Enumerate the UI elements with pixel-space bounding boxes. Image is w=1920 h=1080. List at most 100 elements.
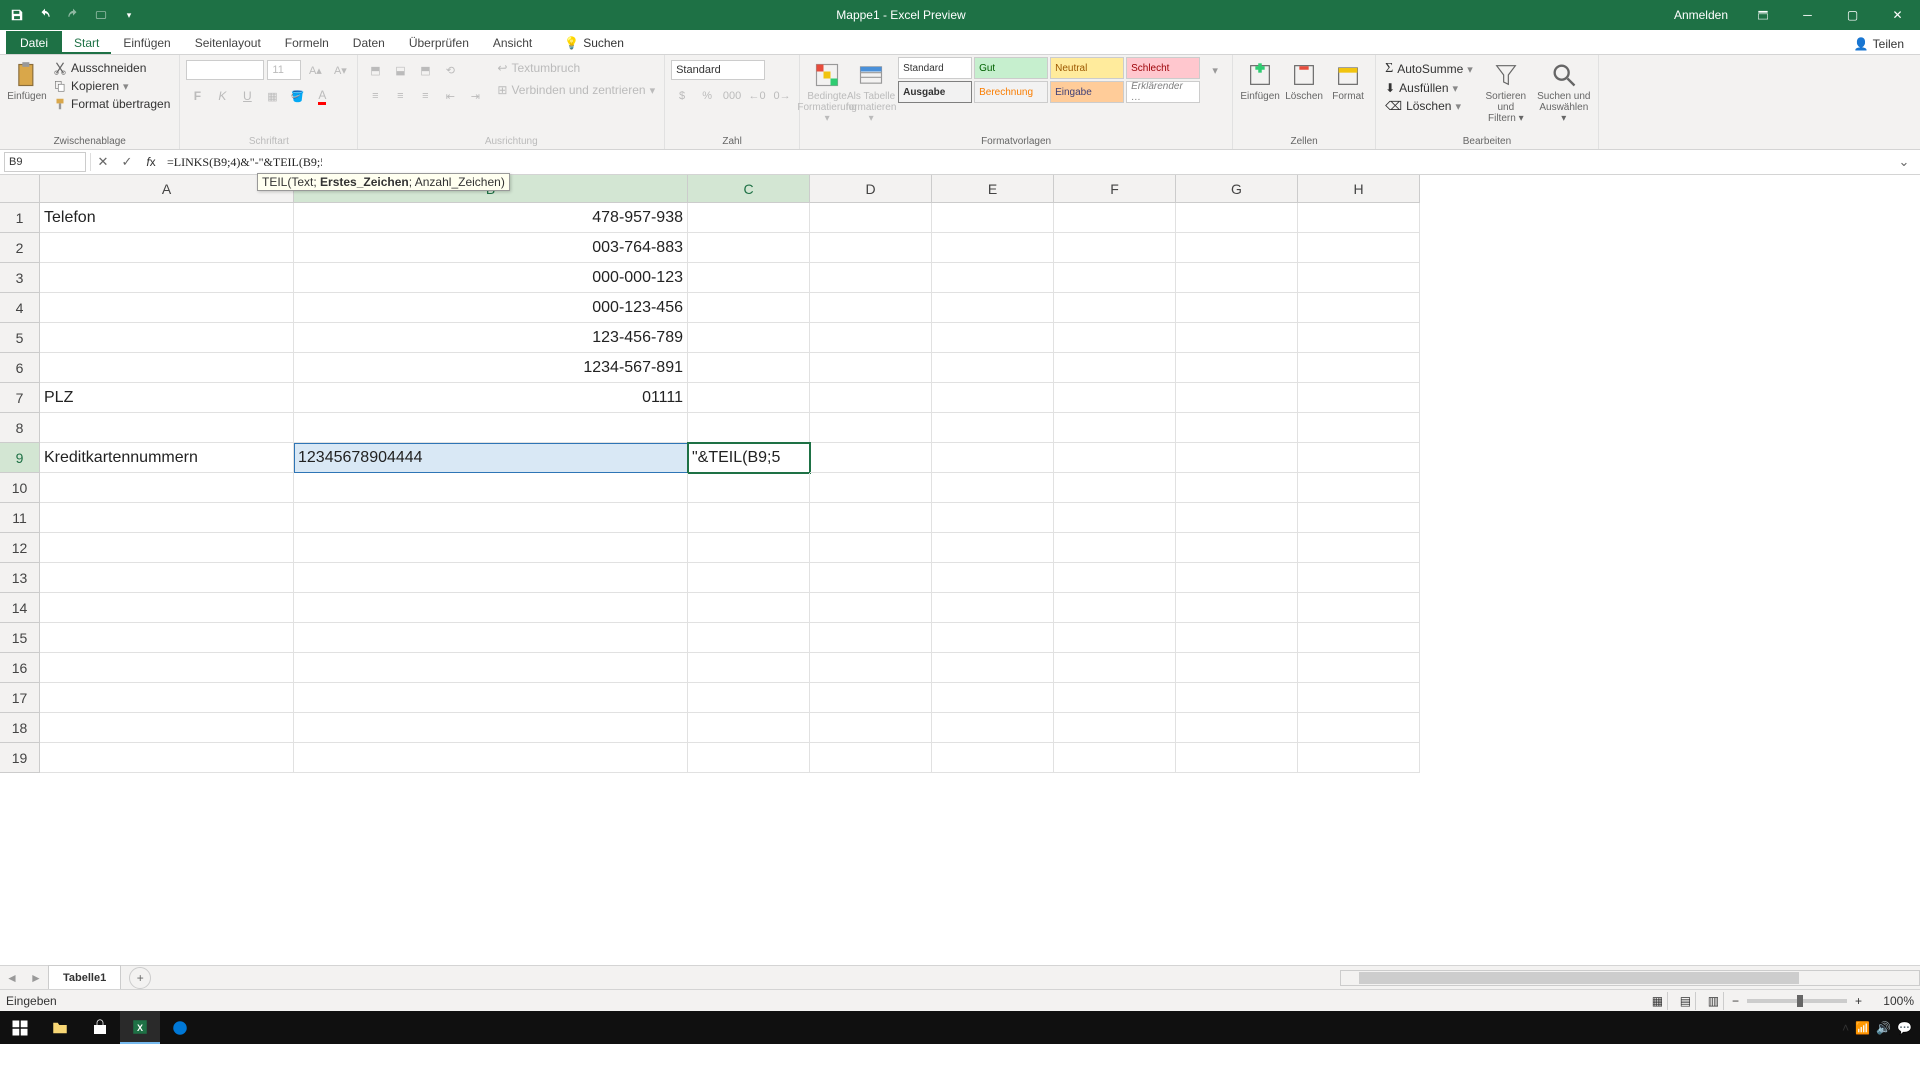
style-gut[interactable]: Gut: [974, 57, 1048, 79]
cell-E19[interactable]: [932, 743, 1054, 773]
cell-A17[interactable]: [40, 683, 294, 713]
cell-B18[interactable]: [294, 713, 688, 743]
tab-formulas[interactable]: Formeln: [273, 32, 341, 54]
row-header-13[interactable]: 13: [0, 563, 40, 593]
cell-F13[interactable]: [1054, 563, 1176, 593]
select-all-corner[interactable]: [0, 175, 40, 203]
cell-G8[interactable]: [1176, 413, 1298, 443]
cell-F2[interactable]: [1054, 233, 1176, 263]
zoom-out-button[interactable]: −: [1732, 994, 1739, 1008]
cell-D2[interactable]: [810, 233, 932, 263]
ribbon-display-icon[interactable]: [1740, 0, 1785, 30]
cell-D12[interactable]: [810, 533, 932, 563]
cell-G6[interactable]: [1176, 353, 1298, 383]
cell-A18[interactable]: [40, 713, 294, 743]
sheet-nav-next-icon[interactable]: ►: [24, 966, 48, 990]
zoom-level[interactable]: 100%: [1870, 994, 1914, 1008]
cell-A3[interactable]: [40, 263, 294, 293]
cell-F6[interactable]: [1054, 353, 1176, 383]
cell-G4[interactable]: [1176, 293, 1298, 323]
cell-D7[interactable]: [810, 383, 932, 413]
cell-D3[interactable]: [810, 263, 932, 293]
cell-F10[interactable]: [1054, 473, 1176, 503]
row-header-5[interactable]: 5: [0, 323, 40, 353]
sheet-tab[interactable]: Tabelle1: [48, 965, 121, 989]
italic-button[interactable]: K: [211, 86, 233, 106]
row-header-10[interactable]: 10: [0, 473, 40, 503]
tray-notifications-icon[interactable]: 💬: [1897, 1021, 1912, 1035]
cell-E14[interactable]: [932, 593, 1054, 623]
align-center-button[interactable]: ≡: [389, 86, 411, 106]
cell-E7[interactable]: [932, 383, 1054, 413]
cell-H8[interactable]: [1298, 413, 1420, 443]
cell-A4[interactable]: [40, 293, 294, 323]
cell-B1[interactable]: 478-957-938: [294, 203, 688, 233]
cell-A8[interactable]: [40, 413, 294, 443]
cell-A6[interactable]: [40, 353, 294, 383]
row-header-11[interactable]: 11: [0, 503, 40, 533]
cell-D18[interactable]: [810, 713, 932, 743]
row-header-19[interactable]: 19: [0, 743, 40, 773]
tab-view[interactable]: Ansicht: [481, 32, 544, 54]
cell-G10[interactable]: [1176, 473, 1298, 503]
cell-F16[interactable]: [1054, 653, 1176, 683]
column-header-G[interactable]: G: [1176, 175, 1298, 203]
cell-D10[interactable]: [810, 473, 932, 503]
tray-network-icon[interactable]: 📶: [1855, 1021, 1870, 1035]
cell-C15[interactable]: [688, 623, 810, 653]
cell-D15[interactable]: [810, 623, 932, 653]
cell-G1[interactable]: [1176, 203, 1298, 233]
cell-E18[interactable]: [932, 713, 1054, 743]
store-icon[interactable]: [80, 1011, 120, 1044]
cell-G11[interactable]: [1176, 503, 1298, 533]
tab-search[interactable]: 💡Suchen: [552, 32, 636, 54]
row-header-14[interactable]: 14: [0, 593, 40, 623]
cell-C4[interactable]: [688, 293, 810, 323]
cell-D16[interactable]: [810, 653, 932, 683]
sheet-nav-prev-icon[interactable]: ◄: [0, 966, 24, 990]
cell-B3[interactable]: 000-000-123: [294, 263, 688, 293]
cell-B14[interactable]: [294, 593, 688, 623]
tab-insert[interactable]: Einfügen: [111, 32, 182, 54]
style-ausgabe[interactable]: Ausgabe: [898, 81, 972, 103]
cell-B16[interactable]: [294, 653, 688, 683]
cell-G16[interactable]: [1176, 653, 1298, 683]
cell-D4[interactable]: [810, 293, 932, 323]
style-eingabe[interactable]: Eingabe: [1050, 81, 1124, 103]
cell-C19[interactable]: [688, 743, 810, 773]
cell-B8[interactable]: [294, 413, 688, 443]
maximize-button[interactable]: ▢: [1830, 0, 1875, 30]
cell-F15[interactable]: [1054, 623, 1176, 653]
horizontal-scrollbar[interactable]: [1340, 970, 1920, 986]
autosum-button[interactable]: ΣAutoSumme ▾: [1382, 60, 1476, 78]
wrap-text-button[interactable]: ↩Textumbruch: [494, 60, 658, 76]
cell-F12[interactable]: [1054, 533, 1176, 563]
cell-C9[interactable]: "&TEIL(B9;5: [688, 443, 810, 473]
cell-D1[interactable]: [810, 203, 932, 233]
row-header-17[interactable]: 17: [0, 683, 40, 713]
cell-F1[interactable]: [1054, 203, 1176, 233]
cell-A5[interactable]: [40, 323, 294, 353]
align-bottom-button[interactable]: ⬒: [414, 60, 436, 80]
cell-A19[interactable]: [40, 743, 294, 773]
copy-button[interactable]: Kopieren ▾: [50, 78, 173, 94]
format-painter-button[interactable]: Format übertragen: [50, 96, 173, 112]
comma-button[interactable]: 000: [721, 86, 743, 106]
fill-button[interactable]: ⬇Ausfüllen ▾: [1382, 80, 1476, 96]
cell-A13[interactable]: [40, 563, 294, 593]
cell-E3[interactable]: [932, 263, 1054, 293]
align-middle-button[interactable]: ⬓: [389, 60, 411, 80]
number-format-select[interactable]: [671, 60, 765, 80]
cell-H7[interactable]: [1298, 383, 1420, 413]
row-header-15[interactable]: 15: [0, 623, 40, 653]
cell-D9[interactable]: [810, 443, 932, 473]
cell-H19[interactable]: [1298, 743, 1420, 773]
row-header-3[interactable]: 3: [0, 263, 40, 293]
cell-H12[interactable]: [1298, 533, 1420, 563]
font-size-input[interactable]: [267, 60, 301, 80]
cell-styles-gallery[interactable]: Standard Gut Neutral Schlecht Ausgabe Be…: [898, 57, 1200, 103]
cell-B5[interactable]: 123-456-789: [294, 323, 688, 353]
cell-F18[interactable]: [1054, 713, 1176, 743]
cell-A16[interactable]: [40, 653, 294, 683]
row-header-2[interactable]: 2: [0, 233, 40, 263]
